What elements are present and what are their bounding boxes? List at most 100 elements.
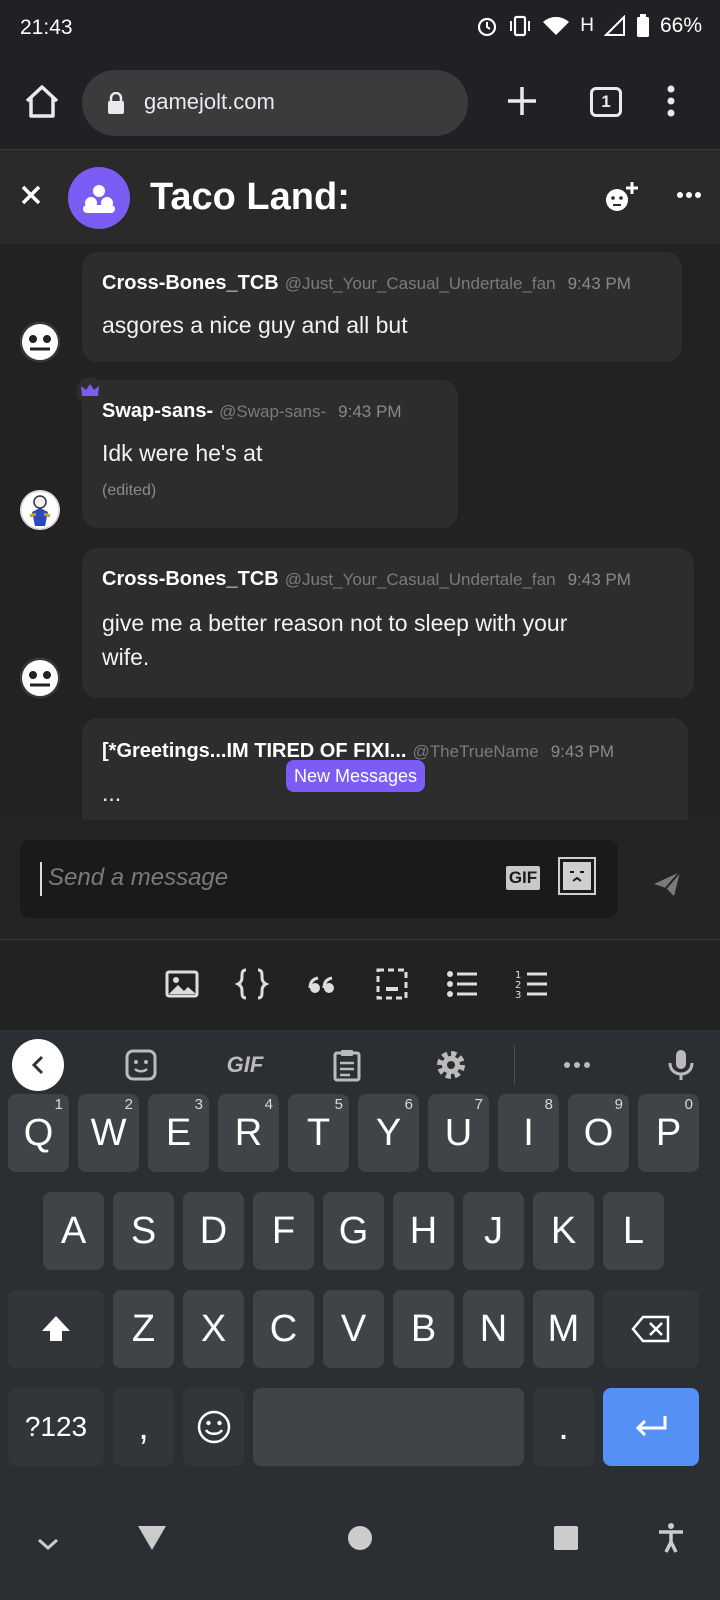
image-icon[interactable]: [164, 966, 200, 1002]
key-z[interactable]: Z: [113, 1290, 174, 1368]
key-hint: 7: [474, 1096, 483, 1113]
key-s[interactable]: S: [113, 1192, 174, 1270]
avatar[interactable]: [20, 322, 60, 362]
key-t[interactable]: T5: [288, 1094, 349, 1172]
message-handle[interactable]: @Swap-sans-: [219, 402, 326, 421]
keyboard-gif-button[interactable]: GIF: [222, 1048, 268, 1082]
key-c[interactable]: C: [253, 1290, 314, 1368]
key-l[interactable]: L: [603, 1192, 664, 1270]
bullet-list-icon[interactable]: [444, 966, 480, 1002]
numbered-list-icon[interactable]: 1 2 3: [514, 966, 550, 1002]
sticker-icon[interactable]: [558, 857, 596, 895]
quote-icon[interactable]: [304, 966, 340, 1002]
sticker-icon[interactable]: [124, 1048, 158, 1082]
message-input[interactable]: Send a message GIF: [20, 840, 618, 918]
composer-area: Send a message GIF: [0, 820, 720, 940]
back-triangle-icon[interactable]: [136, 1522, 168, 1552]
more-horiz-icon[interactable]: [560, 1048, 594, 1082]
message-username[interactable]: [*Greetings...IM TIRED OF FIXI...: [102, 740, 406, 762]
key-label: I: [523, 1112, 534, 1154]
key-hint: 4: [264, 1096, 273, 1113]
battery-icon: [636, 14, 649, 37]
add-member-icon[interactable]: [604, 180, 640, 214]
close-icon[interactable]: [18, 182, 44, 208]
key-label: U: [444, 1112, 473, 1154]
message-bubble[interactable]: Cross-Bones_TCB @Just_Your_Casual_Underta…: [82, 548, 694, 698]
symbols-key[interactable]: ?123: [8, 1388, 104, 1466]
key-o[interactable]: O9: [568, 1094, 629, 1172]
message-handle[interactable]: @Just_Your_Casual_Undertale_fan: [285, 570, 556, 589]
message-username[interactable]: Cross-Bones_TCB: [102, 568, 279, 590]
system-nav-bar: [0, 1510, 720, 1600]
avatar[interactable]: [20, 658, 60, 698]
enter-icon: [635, 1416, 667, 1437]
chevron-down-icon[interactable]: [34, 1530, 62, 1558]
gif-button[interactable]: GIF: [506, 866, 540, 890]
more-vert-icon[interactable]: [664, 84, 678, 118]
key-d[interactable]: D: [183, 1192, 244, 1270]
tab-switcher-button[interactable]: 1: [590, 87, 622, 117]
group-icon: [83, 185, 115, 213]
key-label: E: [165, 1112, 192, 1154]
send-icon[interactable]: [652, 870, 682, 898]
code-block-icon[interactable]: [234, 966, 270, 1002]
key-q[interactable]: Q1: [8, 1094, 69, 1172]
key-j[interactable]: J: [463, 1192, 524, 1270]
plus-icon[interactable]: [505, 84, 539, 118]
key-hint: 2: [124, 1096, 133, 1113]
message-username[interactable]: Swap-sans-: [102, 400, 213, 422]
gear-icon[interactable]: [434, 1048, 468, 1082]
key-hint: 9: [614, 1096, 623, 1113]
backspace-key[interactable]: [603, 1290, 699, 1368]
key-a[interactable]: A: [43, 1192, 104, 1270]
shift-key[interactable]: [8, 1290, 104, 1368]
more-horiz-icon[interactable]: [676, 190, 702, 200]
message-handle[interactable]: @Just_Your_Casual_Undertale_fan: [285, 274, 556, 293]
message-bubble[interactable]: Cross-Bones_TCB @Just_Your_Casual_Underta…: [82, 252, 682, 362]
url-text: gamejolt.com: [144, 89, 275, 114]
home-icon[interactable]: [22, 82, 62, 122]
key-u[interactable]: U7: [428, 1094, 489, 1172]
emoji-key[interactable]: [183, 1388, 244, 1466]
keyboard-back-button[interactable]: [12, 1039, 64, 1091]
space-key[interactable]: [253, 1388, 524, 1466]
message-input-placeholder: Send a message: [48, 864, 229, 891]
message-bubble[interactable]: Swap-sans- @Swap-sans- 9:43 PM Idk were he…: [82, 380, 458, 528]
crown-icon: [76, 377, 104, 405]
key-p[interactable]: P0: [638, 1094, 699, 1172]
key-g[interactable]: G: [323, 1192, 384, 1270]
clipboard-icon[interactable]: [330, 1048, 364, 1082]
address-bar[interactable]: gamejolt.com: [82, 70, 468, 136]
message-list[interactable]: Cross-Bones_TCB @Just_Your_Casual_Underta…: [0, 244, 720, 820]
key-hint: 1: [54, 1096, 63, 1113]
skull-avatar-icon: [20, 658, 60, 698]
key-h[interactable]: H: [393, 1192, 454, 1270]
comma-key[interactable]: ,: [113, 1388, 174, 1466]
enter-key[interactable]: [603, 1388, 699, 1466]
key-y[interactable]: Y6: [358, 1094, 419, 1172]
message-handle[interactable]: @TheTrueName: [412, 742, 538, 761]
format-toolbar: 1 2 3: [0, 940, 720, 1030]
key-v[interactable]: V: [323, 1290, 384, 1368]
accessibility-icon[interactable]: [656, 1522, 686, 1554]
home-circle-icon[interactable]: [346, 1524, 374, 1552]
microphone-icon[interactable]: [664, 1048, 698, 1082]
key-w[interactable]: W2: [78, 1094, 139, 1172]
key-hint: 3: [194, 1096, 203, 1113]
avatar[interactable]: [20, 490, 60, 530]
recents-square-icon[interactable]: [552, 1524, 580, 1552]
key-b[interactable]: B: [393, 1290, 454, 1368]
period-key[interactable]: .: [533, 1388, 594, 1466]
key-i[interactable]: I8: [498, 1094, 559, 1172]
message-text: asgores a nice guy and all but: [102, 312, 408, 338]
key-r[interactable]: R4: [218, 1094, 279, 1172]
key-k[interactable]: K: [533, 1192, 594, 1270]
key-x[interactable]: X: [183, 1290, 244, 1368]
key-m[interactable]: M: [533, 1290, 594, 1368]
new-messages-button[interactable]: New Messages: [286, 760, 426, 792]
key-n[interactable]: N: [463, 1290, 524, 1368]
message-username[interactable]: Cross-Bones_TCB: [102, 272, 279, 294]
key-e[interactable]: E3: [148, 1094, 209, 1172]
spoiler-icon[interactable]: [374, 966, 410, 1002]
key-f[interactable]: F: [253, 1192, 314, 1270]
